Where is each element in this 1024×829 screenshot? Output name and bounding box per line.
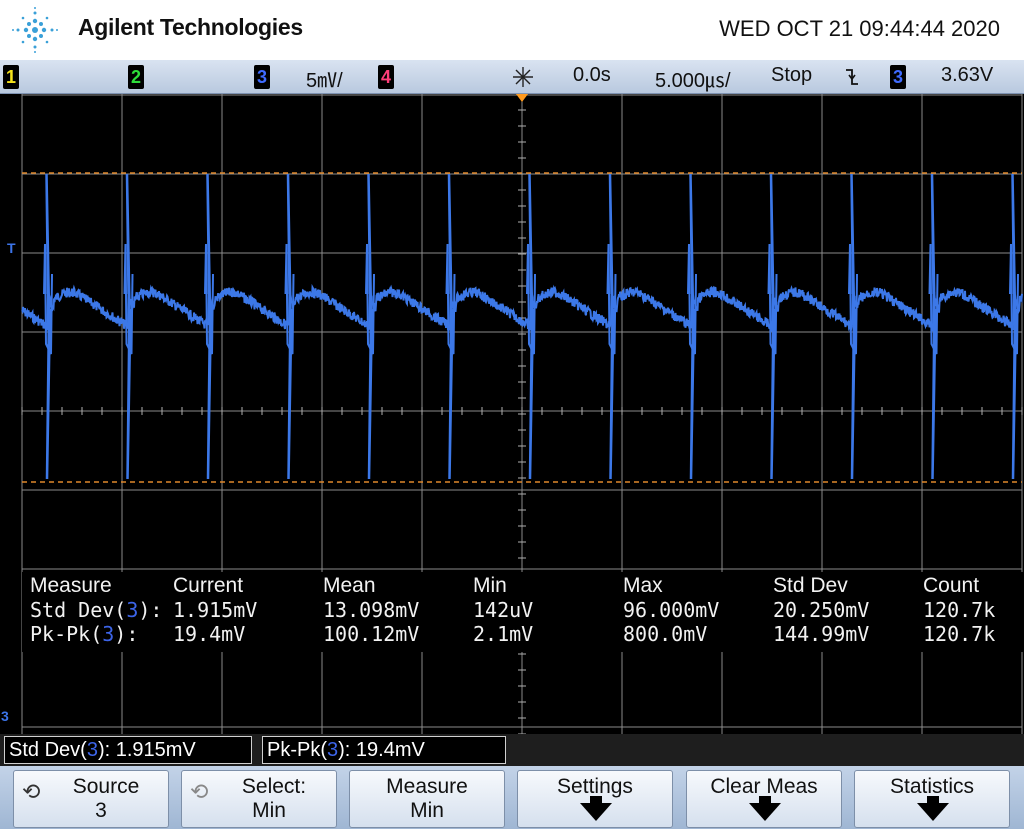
cell-mean: 100.12mV (323, 622, 420, 646)
cell-std-dev: 20.250mV (773, 598, 870, 622)
measurement-statistics-table: Measure Current Mean Min Max Std Dev Cou… (22, 572, 1024, 652)
header-std-dev: Std Dev (773, 574, 848, 597)
settings-softkey[interactable]: Settings (517, 770, 673, 828)
softkey-value: 3 (95, 799, 107, 822)
row-channel: 3 (102, 622, 115, 646)
channel-3-button[interactable]: 3 (254, 65, 270, 89)
cell-count: 120.7k (923, 598, 996, 622)
softkey-value: Min (252, 799, 286, 822)
cell-max: 96.000mV (623, 598, 720, 622)
softkey-value: Min (410, 799, 444, 822)
channel-2-button[interactable]: 2 (128, 65, 144, 89)
channel-1-button[interactable]: 1 (3, 65, 19, 89)
quick-measure-channel: 3 (86, 739, 98, 761)
header-current: Current (173, 574, 244, 597)
run-state: Stop (771, 64, 813, 86)
cell-max: 800.0mV (623, 622, 708, 646)
submenu-arrow-icon (749, 803, 781, 821)
trigger-spark-icon (513, 67, 533, 87)
quick-measure-pk-pk: Pk-Pk(3): 19.4mV (262, 736, 506, 764)
cell-min: 2.1mV (473, 622, 534, 646)
status-bar: 1 2 3 5㎷/ 4 0.0s 5.000㎲/ Stop 3 3.63V (0, 60, 1024, 94)
cell-min: 142uV (473, 598, 534, 622)
trigger-level: 3.63V (941, 64, 994, 86)
header-min: Min (473, 574, 507, 597)
cell-mean: 13.098mV (323, 598, 420, 622)
trace-spike (206, 173, 213, 480)
cell-current: 19.4mV (173, 622, 246, 646)
trigger-position-marker (516, 94, 528, 102)
time-scale: 5.000㎲/ (655, 70, 731, 92)
cell-count: 120.7k (923, 622, 996, 646)
row-label-close: ): (138, 598, 163, 622)
row-measure-name: Pk-Pk( (30, 622, 103, 646)
falling-edge-icon (846, 69, 858, 85)
channel-3-scale: 5㎷/ (306, 70, 343, 92)
statistics-softkey[interactable]: Statistics (854, 770, 1010, 828)
cell-std-dev: 144.99mV (773, 622, 870, 646)
header-mean: Mean (323, 574, 376, 597)
submenu-arrow-icon (580, 803, 612, 821)
measure-softkey[interactable]: Measure Min (349, 770, 505, 828)
header-measure: Measure (30, 574, 112, 597)
quick-measure-value: ): 1.915mV (97, 739, 196, 761)
quick-measure-std-dev: Std Dev(3): 1.915mV (4, 736, 252, 764)
softkey-bar: ⟲ Source 3 ⟲ Select: Min Measure Min Set… (0, 766, 1024, 829)
header: Agilent Technologies WED OCT 21 09:44:44… (0, 0, 1024, 60)
submenu-arrow-icon (917, 803, 949, 821)
softkey-label: Statistics (889, 775, 975, 798)
quick-measure-name: Std Dev( (9, 739, 87, 761)
cell-current: 1.915mV (173, 598, 258, 622)
row-label: Std Dev(3): (30, 598, 162, 622)
select-softkey[interactable]: ⟲ Select: Min (181, 770, 337, 828)
softkey-label: Measure (386, 775, 468, 798)
softkey-label: Select: (241, 775, 307, 798)
agilent-spark-logo-icon (12, 7, 58, 53)
channel-3-ground-marker[interactable]: 3 (1, 708, 9, 724)
softkey-label: Source (72, 775, 140, 798)
header-max: Max (623, 574, 663, 597)
header-count: Count (923, 574, 980, 597)
trigger-channel: 3 (890, 65, 906, 89)
clear-meas-softkey[interactable]: Clear Meas (686, 770, 842, 828)
row-measure-name: Std Dev( (30, 598, 127, 622)
row-label-close: ): (114, 622, 139, 646)
trigger-level-marker[interactable]: T (7, 240, 16, 256)
quick-measure-name: Pk-Pk( (267, 739, 327, 761)
date-time: WED OCT 21 09:44:44 2020 (719, 16, 1000, 41)
channel-4-button[interactable]: 4 (378, 65, 394, 89)
waveform-display[interactable]: T 3 Measure Current Mean Min Max Std Dev… (0, 94, 1024, 734)
softkey-label: Clear Meas (710, 775, 818, 798)
row-channel: 3 (126, 598, 139, 622)
softkey-label: Settings (557, 775, 633, 798)
trace-spike (286, 173, 293, 480)
source-softkey[interactable]: ⟲ Source 3 (13, 770, 169, 828)
time-offset: 0.0s (573, 64, 611, 86)
quick-measure-value: ): 19.4mV (338, 739, 425, 761)
row-label: Pk-Pk(3): (30, 622, 138, 646)
quick-measure-channel: 3 (327, 739, 339, 761)
brand-name: Agilent Technologies (78, 14, 303, 40)
quick-measure-bar: Std Dev(3): 1.915mV Pk-Pk(3): 19.4mV (0, 734, 1024, 766)
